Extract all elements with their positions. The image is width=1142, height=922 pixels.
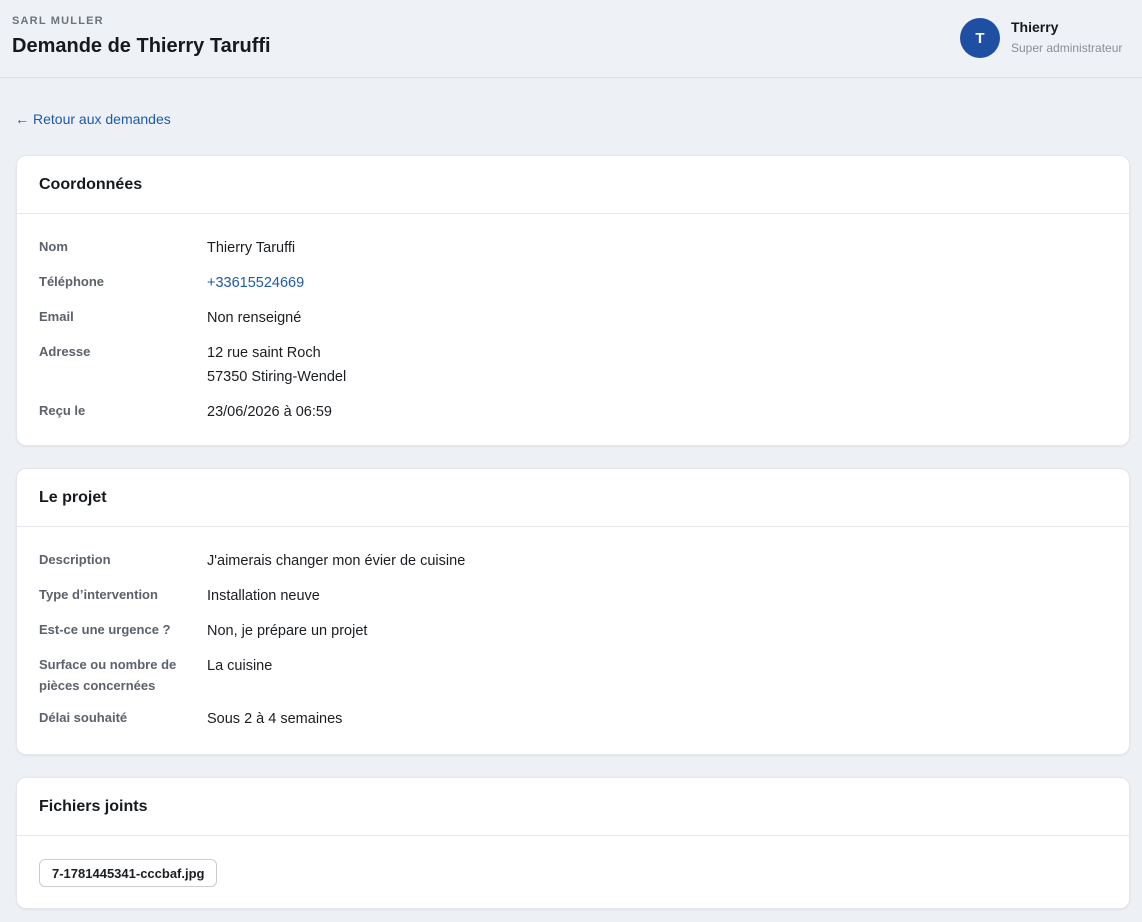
files-card: Fichiers joints 7-1781445341-cccbaf.jpg [16,777,1130,909]
files-card-title: Fichiers joints [39,797,148,815]
address-line-2: 57350 Stiring-Wendel [207,369,347,385]
row-value: Sous 2 à 4 semaines [207,711,343,727]
row-value: J'aimerais changer mon évier de cuisine [207,553,466,569]
label-line-1: Surface ou nombre de [39,657,177,672]
contact-card-header: Coordonnées [17,156,1129,214]
project-card-title: Le projet [39,488,107,506]
arrow-left-icon: ← [15,111,29,127]
contact-row-received: Reçu le 23/06/2026 à 06:59 [39,400,1107,435]
row-label: Téléphone [39,274,105,289]
company-name: SARL MULLER [12,15,104,27]
contact-row-address: Adresse 12 rue saint Roch 57350 Stiring-… [39,341,1107,400]
user-name: Thierry [1011,19,1059,35]
contact-card-title: Coordonnées [39,175,143,193]
row-label: Type d’intervention [39,587,158,602]
user-role: Super administrateur [1011,41,1123,55]
contact-card: Coordonnées Nom Thierry Taruffi Téléphon… [16,155,1130,446]
address-line-1: 12 rue saint Roch [207,345,321,361]
project-card: Le projet Description J'aimerais changer… [16,468,1130,755]
row-label-multiline: Surface ou nombre de pièces concernées [39,654,207,696]
row-label: Email [39,309,74,324]
row-label: Adresse [39,344,91,359]
back-to-requests-link[interactable]: ← Retour aux demandes [15,111,171,127]
row-value: Non, je prépare un projet [207,623,368,639]
avatar[interactable]: T [960,18,1000,58]
contact-rows: Nom Thierry Taruffi Téléphone +336155246… [17,214,1129,435]
row-label: Délai souhaité [39,710,128,725]
project-card-header: Le projet [17,469,1129,527]
project-row-description: Description J'aimerais changer mon évier… [39,549,1107,584]
project-row-delay: Délai souhaité Sous 2 à 4 semaines [39,707,1107,742]
row-value: 23/06/2026 à 06:59 [207,404,332,420]
page-title: Demande de Thierry Taruffi [12,35,271,57]
project-row-type: Type d’intervention Installation neuve [39,584,1107,619]
row-value: Installation neuve [207,588,320,604]
back-link-label: Retour aux demandes [33,111,171,127]
row-label: Est-ce une urgence ? [39,622,171,637]
contact-row-phone: Téléphone +33615524669 [39,271,1107,306]
phone-link[interactable]: +33615524669 [207,271,304,295]
project-rows: Description J'aimerais changer mon évier… [17,527,1129,742]
top-bar: SARL MULLER Demande de Thierry Taruffi T… [0,0,1142,78]
contact-row-name: Nom Thierry Taruffi [39,236,1107,271]
row-label: Nom [39,239,68,254]
row-value: Non renseigné [207,310,302,326]
label-line-2: pièces concernées [39,678,156,693]
row-label: Description [39,552,111,567]
address-value: 12 rue saint Roch 57350 Stiring-Wendel [207,341,346,389]
project-row-urgency: Est-ce une urgence ? Non, je prépare un … [39,619,1107,654]
attachment-file[interactable]: 7-1781445341-cccbaf.jpg [39,859,218,887]
row-value: La cuisine [207,658,273,674]
project-row-surface: Surface ou nombre de pièces concernées L… [39,654,1107,707]
files-card-header: Fichiers joints [17,778,1129,836]
row-label: Reçu le [39,403,86,418]
row-value: Thierry Taruffi [207,240,296,256]
contact-row-email: Email Non renseigné [39,306,1107,341]
